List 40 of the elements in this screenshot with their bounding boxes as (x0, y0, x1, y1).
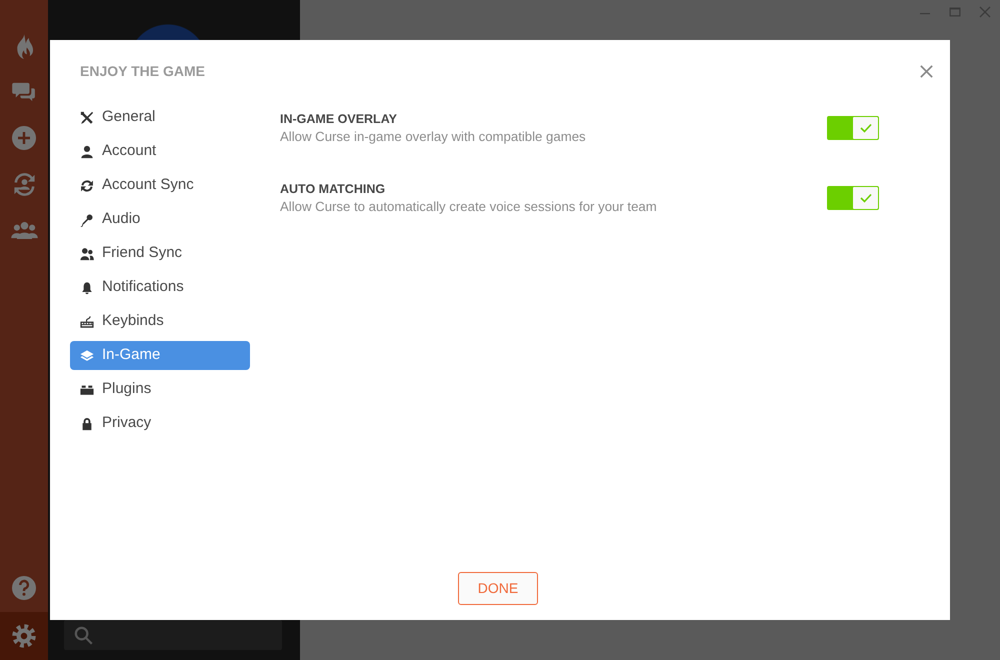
settings-nav-item[interactable]: Keybinds (70, 307, 250, 336)
bell-icon (80, 280, 94, 294)
settings-nav-item[interactable]: Audio (70, 205, 250, 234)
setting-title: AUTO MATCHING (280, 181, 386, 198)
toggle-switch[interactable] (827, 186, 879, 210)
setting-description: Allow Curse to automatically create voice sessions for your team (280, 198, 658, 216)
tools-icon (80, 110, 94, 124)
add-icon[interactable] (12, 126, 36, 150)
search-icon (74, 626, 93, 644)
settings-nav-item[interactable]: Friend Sync (70, 239, 250, 268)
toggle-switch[interactable] (827, 116, 879, 140)
people-icon (80, 246, 94, 260)
settings-nav-item[interactable]: Plugins (70, 375, 250, 404)
dialog-title: ENJOY THE GAME (80, 62, 205, 81)
settings-nav-item[interactable]: Account (70, 137, 250, 166)
maximize-icon[interactable] (949, 6, 961, 18)
check-icon (860, 193, 872, 203)
group-icon[interactable] (10, 220, 38, 240)
help-icon[interactable] (12, 576, 36, 600)
brick-icon (80, 382, 94, 396)
person-icon (80, 144, 94, 158)
check-icon (860, 123, 872, 133)
setting-title: IN-GAME OVERLAY (280, 111, 398, 128)
settings-icon[interactable] (12, 624, 36, 648)
chat-icon[interactable] (12, 82, 36, 102)
sync-icon (80, 178, 94, 192)
settings-nav-item[interactable]: Notifications (70, 273, 250, 302)
user-sync-icon[interactable] (12, 172, 36, 196)
lock-icon (80, 416, 94, 430)
sidebar-button[interactable] (0, 612, 48, 660)
settings-nav-item[interactable]: Privacy (70, 409, 250, 438)
close-icon[interactable] (979, 6, 991, 18)
microphone-icon (80, 212, 94, 226)
search-field[interactable] (64, 620, 282, 650)
settings-nav-item[interactable]: Account Sync (70, 171, 250, 200)
settings-nav-item[interactable]: General (70, 103, 250, 132)
close-icon[interactable] (920, 64, 933, 78)
keyboard-icon (80, 314, 94, 328)
setting-description: Allow Curse in-game overlay with compatible games (280, 128, 587, 146)
layers-icon (80, 348, 94, 362)
